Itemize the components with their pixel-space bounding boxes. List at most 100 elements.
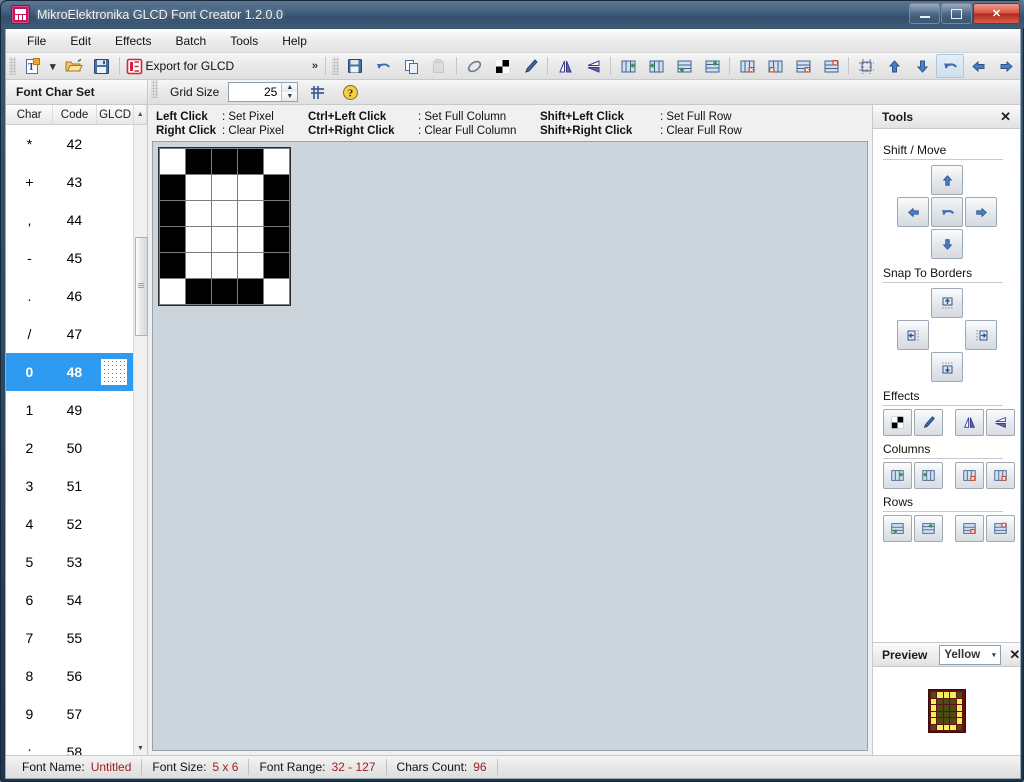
table-row[interactable]: , 44 — [6, 201, 133, 239]
insert-row-bottom-button[interactable] — [914, 515, 943, 542]
undo-button[interactable] — [369, 54, 397, 78]
insert-column-right-button[interactable] — [914, 462, 943, 489]
pixel-cell-1-2[interactable] — [212, 175, 237, 200]
table-row[interactable]: 8 56 — [6, 657, 133, 695]
new-font-button[interactable]: T — [18, 54, 46, 78]
snap-left-button[interactable] — [897, 320, 929, 350]
insert-column-left-button[interactable] — [614, 54, 642, 78]
pixel-cell-5-0[interactable] — [160, 279, 185, 304]
invert-button[interactable] — [883, 409, 912, 436]
gridsize-input[interactable] — [229, 83, 281, 101]
new-font-dropdown[interactable]: ▾ — [46, 60, 60, 73]
delete-column-right-button[interactable] — [761, 54, 789, 78]
editor-canvas[interactable] — [152, 141, 868, 751]
pixel-cell-1-3[interactable] — [238, 175, 263, 200]
pixel-cell-3-3[interactable] — [238, 227, 263, 252]
table-row[interactable]: 1 49 — [6, 391, 133, 429]
reset-button[interactable] — [931, 197, 963, 227]
preview-color-select[interactable]: Yellow ▾ — [939, 645, 1001, 665]
menu-tools[interactable]: Tools — [219, 31, 269, 51]
brush-button[interactable] — [516, 54, 544, 78]
gridsize-stepper[interactable]: ▲ ▼ — [228, 82, 298, 102]
menu-edit[interactable]: Edit — [59, 31, 102, 51]
flip-vertical-button[interactable] — [986, 409, 1015, 436]
table-row[interactable]: 6 54 — [6, 581, 133, 619]
charset-scrollbar[interactable]: ▼ — [133, 125, 147, 755]
pixel-cell-3-1[interactable] — [186, 227, 211, 252]
copy-button[interactable] — [397, 54, 425, 78]
insert-row-top-button[interactable] — [883, 515, 912, 542]
pixel-cell-3-4[interactable] — [264, 227, 289, 252]
table-row[interactable]: 3 51 — [6, 467, 133, 505]
charset-scroll-up-button[interactable]: ▲ — [134, 105, 147, 124]
flip-vertical-button[interactable] — [579, 54, 607, 78]
shift-up-button[interactable] — [880, 54, 908, 78]
insert-row-bottom-button[interactable] — [698, 54, 726, 78]
maximize-button[interactable] — [941, 3, 972, 24]
table-row[interactable]: 5 53 — [6, 543, 133, 581]
pixel-grid[interactable] — [158, 147, 291, 306]
menu-file[interactable]: File — [16, 31, 57, 51]
reset-button[interactable] — [936, 54, 964, 78]
pixel-cell-4-1[interactable] — [186, 253, 211, 278]
table-row[interactable]: / 47 — [6, 315, 133, 353]
grid-toggle-button[interactable] — [303, 80, 331, 104]
charset-scrollbar-thumb[interactable] — [135, 237, 148, 336]
menu-help[interactable]: Help — [271, 31, 318, 51]
pixel-cell-1-1[interactable] — [186, 175, 211, 200]
column-header-char[interactable]: Char — [6, 105, 53, 124]
delete-row-top-button[interactable] — [789, 54, 817, 78]
snap-bottom-button[interactable] — [931, 352, 963, 382]
menu-effects[interactable]: Effects — [104, 31, 162, 51]
pixel-cell-0-2[interactable] — [212, 149, 237, 174]
minimize-button[interactable] — [909, 3, 940, 24]
toolbar-grip-2[interactable] — [332, 57, 339, 75]
table-row[interactable]: 9 57 — [6, 695, 133, 733]
delete-row-top-button[interactable] — [955, 515, 984, 542]
pixel-cell-4-2[interactable] — [212, 253, 237, 278]
delete-column-left-button[interactable] — [733, 54, 761, 78]
save-as-button[interactable] — [341, 54, 369, 78]
pixel-cell-3-0[interactable] — [160, 227, 185, 252]
charset-scroll-down-button[interactable]: ▼ — [135, 743, 146, 754]
pixel-cell-2-1[interactable] — [186, 201, 211, 226]
pixel-cell-2-3[interactable] — [238, 201, 263, 226]
shift-right-button[interactable] — [965, 197, 997, 227]
menu-batch[interactable]: Batch — [165, 31, 218, 51]
preview-panel-close-button[interactable]: ✕ — [1007, 647, 1022, 663]
pixel-cell-1-0[interactable] — [160, 175, 185, 200]
chevron-down-icon[interactable]: ▾ — [987, 651, 1000, 659]
pixel-cell-0-3[interactable] — [238, 149, 263, 174]
pixel-cell-2-0[interactable] — [160, 201, 185, 226]
brush-button[interactable] — [914, 409, 943, 436]
toolbar-grip[interactable] — [9, 57, 16, 75]
shift-down-button[interactable] — [908, 54, 936, 78]
delete-column-left-button[interactable] — [955, 462, 984, 489]
shift-right-button[interactable] — [992, 54, 1020, 78]
pixel-cell-5-2[interactable] — [212, 279, 237, 304]
insert-column-left-button[interactable] — [883, 462, 912, 489]
gridsize-down-button[interactable]: ▼ — [282, 92, 297, 101]
pixel-cell-2-4[interactable] — [264, 201, 289, 226]
table-row[interactable]: - 45 — [6, 239, 133, 277]
table-row[interactable]: : 58 — [6, 733, 133, 755]
pixel-cell-3-2[interactable] — [212, 227, 237, 252]
table-row-selected[interactable]: 0 48 — [6, 353, 133, 391]
close-button[interactable]: ✕ — [973, 3, 1020, 24]
pixel-cell-0-1[interactable] — [186, 149, 211, 174]
flip-horizontal-button[interactable] — [551, 54, 579, 78]
insert-row-top-button[interactable] — [670, 54, 698, 78]
delete-row-bottom-button[interactable] — [817, 54, 845, 78]
pixel-cell-4-4[interactable] — [264, 253, 289, 278]
table-row[interactable]: + 43 — [6, 163, 133, 201]
shift-down-button[interactable] — [931, 229, 963, 259]
flip-horizontal-button[interactable] — [955, 409, 984, 436]
snap-borders-button[interactable] — [852, 54, 880, 78]
export-glcd-button[interactable]: Export for GLCD — [123, 54, 242, 78]
pixel-cell-5-3[interactable] — [238, 279, 263, 304]
pixel-cell-1-4[interactable] — [264, 175, 289, 200]
table-row[interactable]: 2 50 — [6, 429, 133, 467]
pixel-cell-0-0[interactable] — [160, 149, 185, 174]
tools-panel-close-button[interactable]: ✕ — [998, 109, 1013, 125]
delete-row-bottom-button[interactable] — [986, 515, 1015, 542]
